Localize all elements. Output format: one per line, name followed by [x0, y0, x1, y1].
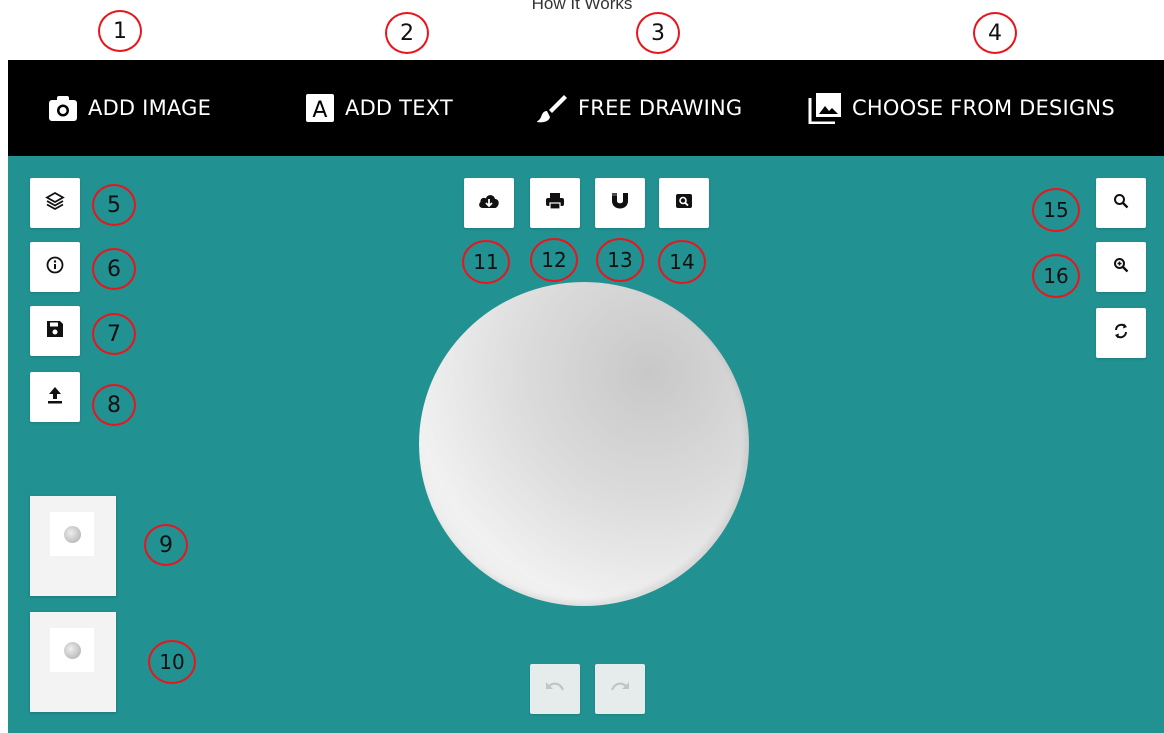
reset-button[interactable] [1096, 308, 1146, 358]
thumbnail-preview [50, 512, 94, 556]
tab-choose-designs[interactable]: CHOOSE FROM DESIGNS [808, 60, 1115, 156]
callout-10: 10 [148, 640, 196, 684]
tab-add-image-label: ADD IMAGE [88, 96, 212, 120]
reset-icon [1112, 322, 1130, 345]
snap-button[interactable] [595, 178, 645, 228]
search-box-icon [675, 193, 693, 214]
circle-design-canvas[interactable] [419, 282, 749, 606]
preview-button[interactable] [659, 178, 709, 228]
print-icon [545, 192, 565, 215]
callout-8: 8 [92, 384, 136, 426]
thumbnail-circle [63, 641, 81, 659]
callout-3: 3 [636, 12, 680, 54]
info-button[interactable] [30, 242, 80, 292]
callout-5: 5 [92, 184, 136, 226]
tab-free-drawing[interactable]: FREE DRAWING [536, 60, 742, 156]
callout-1: 1 [98, 10, 142, 52]
callout-9: 9 [144, 524, 188, 566]
callout-6: 6 [92, 248, 136, 290]
undo-button[interactable] [530, 664, 580, 714]
gallery-icon [808, 92, 842, 124]
layers-icon [45, 191, 65, 216]
callout-16: 16 [1032, 254, 1080, 298]
zoom-out-button[interactable] [1096, 178, 1146, 228]
save-button[interactable] [30, 306, 80, 356]
info-icon [46, 256, 64, 279]
svg-text:A: A [312, 98, 327, 123]
zoom-in-button[interactable] [1096, 242, 1146, 292]
tab-choose-designs-label: CHOOSE FROM DESIGNS [852, 96, 1115, 120]
callout-14: 14 [658, 240, 706, 284]
upload-button[interactable] [30, 372, 80, 422]
callout-13: 13 [596, 238, 644, 282]
callout-15: 15 [1032, 188, 1080, 232]
undo-icon [544, 680, 566, 699]
top-toolbar: ADD IMAGE A ADD TEXT FREE DRAWING CHOOSE… [8, 60, 1164, 156]
tab-add-text[interactable]: A ADD TEXT [305, 60, 453, 156]
tab-add-text-label: ADD TEXT [345, 96, 453, 120]
cloud-download-icon [478, 192, 500, 215]
redo-button[interactable] [595, 664, 645, 714]
tab-add-image[interactable]: ADD IMAGE [48, 60, 211, 156]
callout-11: 11 [462, 240, 510, 284]
magnet-icon [610, 191, 630, 216]
page-thumbnail-front[interactable] [30, 496, 116, 596]
thumbnail-preview [50, 628, 94, 672]
redo-icon [609, 680, 631, 699]
camera-icon [48, 94, 78, 122]
zoom-in-icon [1113, 257, 1129, 278]
callout-12: 12 [530, 238, 578, 282]
thumbnail-circle [63, 525, 81, 543]
print-button[interactable] [530, 178, 580, 228]
zoom-out-icon [1113, 193, 1129, 214]
upload-icon [47, 386, 63, 409]
callout-2: 2 [385, 12, 429, 54]
save-icon [46, 320, 64, 343]
download-button[interactable] [464, 178, 514, 228]
text-icon: A [305, 93, 335, 123]
tab-free-drawing-label: FREE DRAWING [578, 96, 743, 120]
page-thumbnail-back[interactable] [30, 612, 116, 712]
callout-7: 7 [92, 313, 136, 355]
page-heading: How It Works [531, 0, 633, 12]
brush-icon [536, 92, 568, 124]
layers-button[interactable] [30, 178, 80, 228]
callout-4: 4 [973, 12, 1017, 54]
